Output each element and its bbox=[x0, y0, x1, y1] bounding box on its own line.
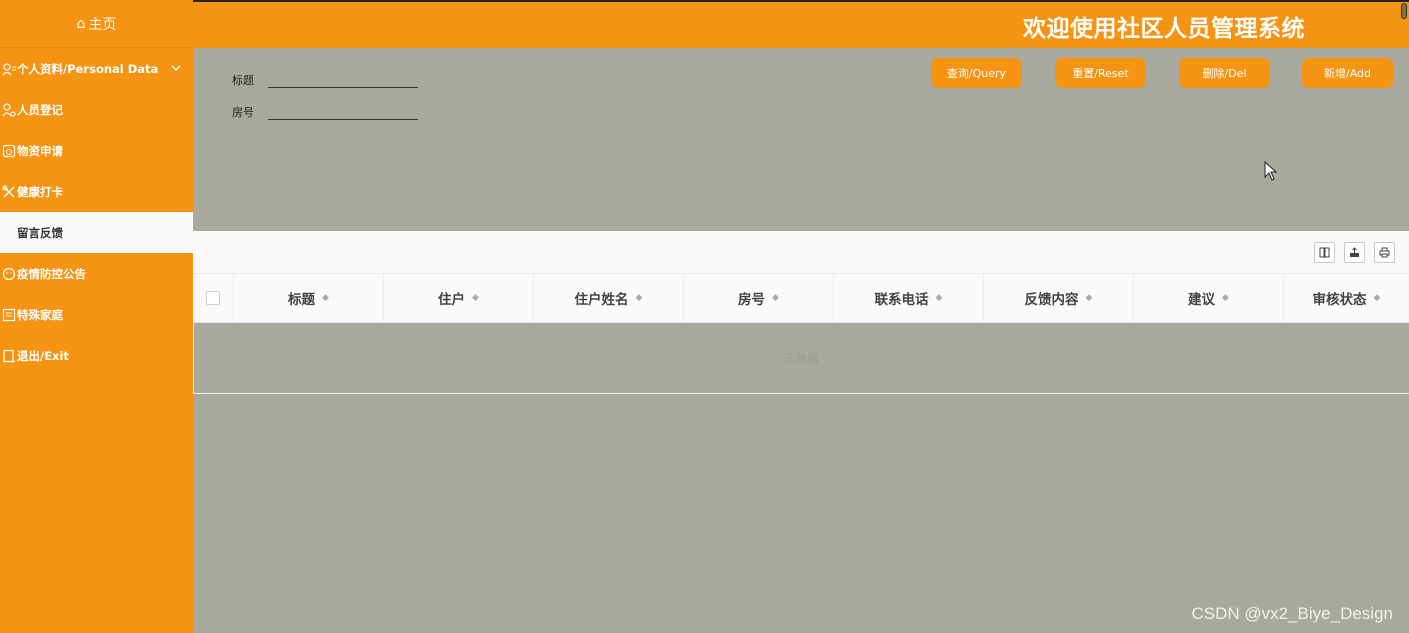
sidebar: ⌂ 主页 个人资料/Personal Data 人员登记 物资申请 健康打卡 留… bbox=[0, 0, 193, 633]
column-header-resident[interactable]: 住户 ◆ bbox=[384, 274, 534, 322]
column-label: 标题 bbox=[288, 292, 316, 308]
chevron-down-icon bbox=[171, 61, 181, 74]
sidebar-item-personal-data[interactable]: 个人资料/Personal Data bbox=[0, 48, 193, 89]
sidebar-item-special-family[interactable]: 特殊家庭 bbox=[0, 294, 193, 335]
sidebar-item-label: 个人资料/Personal Data bbox=[17, 61, 159, 76]
column-label: 建议 bbox=[1188, 292, 1216, 308]
exit-icon bbox=[2, 349, 16, 363]
watermark-text: CSDN @vx2_Biye_Design bbox=[1191, 604, 1393, 623]
column-label: 住户姓名 bbox=[574, 292, 629, 308]
table-header: 标题 ◆ 住户 ◆ 住户姓名 ◆ 房号 ◆ 联系电话 ◆ 反馈内容 ◆ 建议 ◆ 审核状态 ◆ bbox=[193, 273, 1409, 323]
home-icon: ⌂ bbox=[76, 15, 86, 32]
column-label: 反馈内容 bbox=[1024, 292, 1079, 308]
empty-state: 无数据 bbox=[193, 323, 1409, 394]
sort-icon[interactable]: ◆ bbox=[1086, 293, 1093, 303]
box-icon bbox=[2, 144, 16, 158]
sidebar-item-epidemic-notice[interactable]: 疫情防控公告 bbox=[0, 253, 193, 294]
add-button[interactable]: 新增/Add bbox=[1302, 58, 1393, 88]
column-header-title[interactable]: 标题 ◆ bbox=[234, 274, 384, 322]
list-icon bbox=[2, 308, 16, 322]
search-label-title: 标题 bbox=[232, 74, 254, 87]
column-header-resident-name[interactable]: 住户姓名 ◆ bbox=[534, 274, 684, 322]
sidebar-item-feedback[interactable]: 留言反馈 bbox=[0, 212, 193, 253]
sidebar-home-link[interactable]: ⌂ 主页 bbox=[0, 0, 193, 48]
search-field-room: 房号 bbox=[232, 98, 418, 120]
sidebar-item-label: 物资申请 bbox=[17, 143, 63, 158]
sidebar-item-label: 留言反馈 bbox=[17, 225, 63, 240]
column-header-feedback[interactable]: 反馈内容 ◆ bbox=[984, 274, 1134, 322]
user-card-icon bbox=[2, 62, 16, 76]
column-label: 审核状态 bbox=[1312, 292, 1367, 308]
print-icon[interactable] bbox=[1374, 242, 1395, 263]
select-all-checkbox[interactable] bbox=[206, 291, 220, 305]
sort-icon[interactable]: ◆ bbox=[322, 293, 329, 303]
select-all-cell bbox=[193, 274, 234, 322]
reset-button[interactable]: 重置/Reset bbox=[1055, 58, 1146, 88]
sidebar-item-label: 退出/Exit bbox=[17, 348, 69, 363]
sidebar-home-label: 主页 bbox=[88, 16, 117, 33]
scrollbar-thumb[interactable] bbox=[1401, 3, 1407, 19]
notice-icon bbox=[2, 267, 16, 281]
health-icon bbox=[2, 185, 16, 199]
column-header-room[interactable]: 房号 ◆ bbox=[684, 274, 834, 322]
empty-state-text: 无数据 bbox=[785, 352, 818, 365]
sort-icon[interactable]: ◆ bbox=[472, 293, 479, 303]
sort-icon[interactable]: ◆ bbox=[936, 293, 943, 303]
sidebar-item-label: 人员登记 bbox=[17, 102, 63, 117]
sidebar-item-label: 特殊家庭 bbox=[17, 307, 63, 322]
sidebar-item-label: 疫情防控公告 bbox=[17, 266, 86, 281]
search-field-title: 标题 bbox=[232, 66, 418, 88]
column-label: 房号 bbox=[738, 292, 766, 308]
column-header-review-status[interactable]: 审核状态 ◆ bbox=[1284, 274, 1409, 322]
person-icon bbox=[2, 102, 16, 117]
room-search-input[interactable] bbox=[268, 98, 418, 120]
sort-icon[interactable]: ◆ bbox=[636, 293, 643, 303]
sort-icon[interactable]: ◆ bbox=[1374, 293, 1381, 303]
title-search-input[interactable] bbox=[268, 66, 418, 88]
delete-button[interactable]: 删除/Del bbox=[1179, 58, 1270, 88]
table-toolbar bbox=[193, 231, 1409, 273]
column-header-suggestion[interactable]: 建议 ◆ bbox=[1134, 274, 1284, 322]
sidebar-item-exit[interactable]: 退出/Exit bbox=[0, 335, 193, 376]
search-label-room: 房号 bbox=[232, 106, 254, 119]
sidebar-item-supplies[interactable]: 物资申请 bbox=[0, 130, 193, 171]
column-label: 联系电话 bbox=[874, 292, 929, 308]
sidebar-item-health-checkin[interactable]: 健康打卡 bbox=[0, 171, 193, 212]
sort-icon[interactable]: ◆ bbox=[1222, 293, 1229, 303]
column-header-phone[interactable]: 联系电话 ◆ bbox=[834, 274, 984, 322]
export-icon[interactable] bbox=[1344, 242, 1365, 263]
sort-icon[interactable]: ◆ bbox=[772, 293, 779, 303]
sidebar-item-label: 健康打卡 bbox=[17, 184, 63, 199]
mouse-cursor-icon bbox=[1264, 161, 1278, 181]
columns-icon[interactable] bbox=[1314, 242, 1335, 263]
column-label: 住户 bbox=[438, 292, 466, 308]
header-bar: 欢迎使用社区人员管理系统 bbox=[193, 0, 1409, 48]
query-button[interactable]: 查询/Query bbox=[931, 58, 1022, 88]
page-title: 欢迎使用社区人员管理系统 bbox=[1023, 16, 1305, 42]
sidebar-item-registration[interactable]: 人员登记 bbox=[0, 89, 193, 130]
